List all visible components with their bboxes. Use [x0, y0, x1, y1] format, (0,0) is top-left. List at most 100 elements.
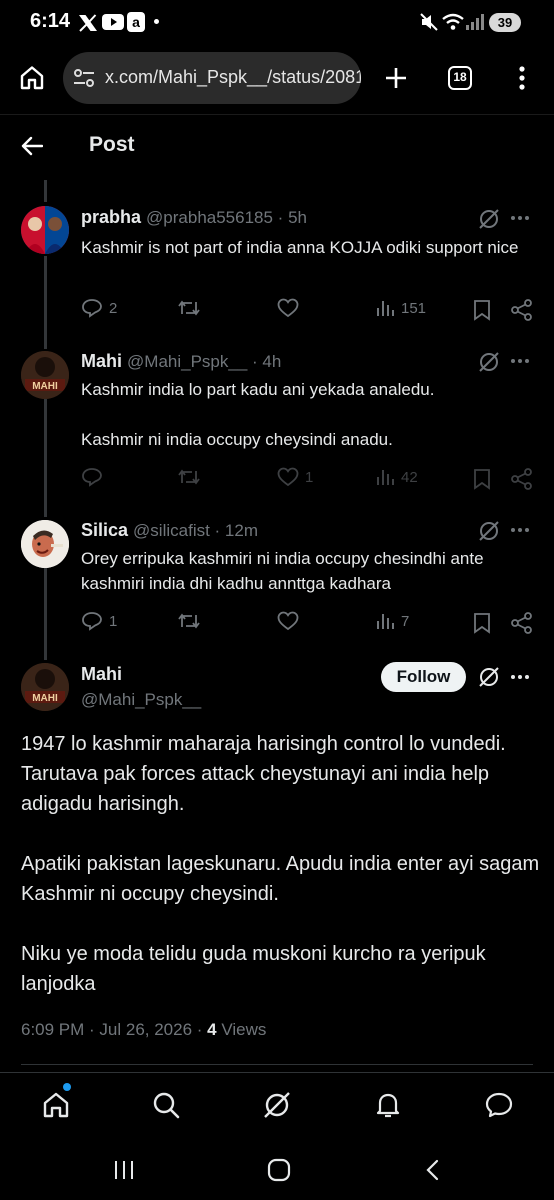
reply-icon [82, 299, 102, 318]
browser-menu-icon[interactable] [519, 66, 525, 90]
site-settings-icon[interactable] [73, 68, 95, 88]
more-icon[interactable] [510, 358, 530, 364]
views-button[interactable]: 151 [375, 298, 426, 318]
avatar[interactable]: MAHI [21, 351, 69, 399]
share-icon[interactable] [511, 468, 533, 490]
back-nav-icon[interactable] [425, 1159, 439, 1181]
notification-dot-icon [154, 19, 159, 24]
home-icon[interactable] [19, 65, 45, 91]
action-bar: 1 42 [81, 467, 533, 491]
thread-line [44, 180, 47, 202]
new-tab-icon[interactable] [384, 66, 408, 90]
reply-text: Orey erripuka kashmiri ni india occupy c… [81, 549, 484, 593]
messages-tab-icon[interactable] [484, 1091, 514, 1119]
grok-icon[interactable] [478, 667, 500, 687]
avatar[interactable]: MAHI [21, 663, 69, 711]
post-text: 1947 lo kashmir maharaja harisingh contr… [21, 729, 541, 1029]
notifications-tab-icon[interactable] [374, 1091, 402, 1119]
views-icon [377, 301, 394, 316]
heart-icon [277, 298, 299, 318]
like-count: 1 [305, 468, 314, 486]
reply-button[interactable]: 1 [81, 611, 117, 631]
like-button[interactable] [277, 298, 305, 318]
post-paragraph: Niku ye moda telidu guda muskoni kurcho … [21, 943, 486, 995]
reply-text: Kashmir india lo part kadu ani yekada an… [81, 380, 435, 399]
divider [0, 114, 554, 115]
post-paragraph: Apatiki pakistan lageskunaru. Apudu indi… [21, 853, 540, 905]
author-name[interactable]: prabha @prabha556185 · 5h [81, 207, 307, 228]
more-icon[interactable] [510, 674, 530, 680]
grok-icon[interactable] [478, 352, 500, 372]
reply-button[interactable] [81, 467, 109, 487]
follow-button[interactable]: Follow [381, 662, 466, 692]
view-count: 151 [401, 299, 427, 317]
divider [21, 1064, 533, 1065]
repost-button[interactable] [177, 467, 207, 487]
reply-icon [82, 612, 102, 631]
tab-switcher-button[interactable]: 18 [448, 66, 472, 90]
timestamp-text[interactable]: 6:09 PM · Jul 26, 2026 · [21, 1020, 207, 1039]
repost-button[interactable] [177, 298, 207, 318]
back-arrow-icon[interactable] [21, 136, 43, 156]
post-time[interactable]: 5h [288, 208, 307, 227]
reply-button[interactable]: 2 [81, 298, 117, 318]
home-notification-badge [63, 1083, 71, 1091]
grok-icon[interactable] [478, 209, 500, 229]
more-icon[interactable] [510, 215, 530, 221]
status-time: 6:14 [30, 10, 71, 32]
status-bar: 6:14 a 39 [0, 0, 554, 46]
post-timestamp: 6:09 PM · Jul 26, 2026 · 4 Views [21, 1020, 266, 1040]
views-label: Views [216, 1020, 267, 1039]
bookmark-icon[interactable] [473, 612, 491, 634]
bookmark-icon[interactable] [473, 468, 491, 490]
recents-icon[interactable] [113, 1160, 135, 1180]
heart-icon [277, 611, 299, 631]
avatar[interactable] [21, 206, 69, 254]
like-button[interactable]: 1 [277, 467, 313, 487]
views-button[interactable]: 7 [375, 611, 409, 631]
author-handle[interactable]: @Mahi_Pspk__ [81, 690, 201, 710]
author-name[interactable]: Mahi @Mahi_Pspk__ · 4h [81, 351, 281, 372]
home-tab-icon[interactable] [42, 1091, 70, 1119]
share-icon[interactable] [511, 612, 533, 634]
more-icon[interactable] [510, 527, 530, 533]
author-name[interactable]: Silica @silicafist · 12m [81, 520, 258, 541]
post-time[interactable]: 12m [225, 521, 258, 540]
like-button[interactable] [277, 611, 305, 631]
author-handle[interactable]: @Mahi_Pspk__ [127, 352, 247, 371]
battery-indicator: 39 [489, 13, 521, 32]
views-icon [377, 614, 394, 629]
post-time[interactable]: 4h [262, 352, 281, 371]
grok-tab-icon[interactable] [263, 1091, 291, 1119]
view-count: 42 [401, 468, 418, 486]
avatar[interactable] [21, 520, 69, 568]
svg-text:a: a [132, 14, 140, 30]
heart-icon [277, 467, 299, 487]
reply-text: Kashmir is not part of india anna KOJJA … [81, 238, 519, 257]
url-bar[interactable]: x.com/Mahi_Pspk__/status/2081 [63, 52, 361, 104]
share-icon[interactable] [511, 299, 533, 321]
wifi-icon [442, 13, 464, 30]
page-title: Post [89, 133, 135, 156]
author-handle[interactable]: @silicafist [133, 521, 210, 540]
reply-count: 1 [109, 612, 118, 630]
action-bar: 1 7 [81, 611, 533, 635]
thread-line [44, 399, 47, 517]
url-text[interactable]: x.com/Mahi_Pspk__/status/2081 [105, 67, 361, 88]
reply-count: 2 [109, 299, 118, 317]
thread-line [44, 256, 47, 349]
grok-icon[interactable] [478, 521, 500, 541]
views-button[interactable]: 42 [375, 467, 418, 487]
bookmark-icon[interactable] [473, 299, 491, 321]
repost-button[interactable] [177, 611, 207, 631]
thread-line [44, 568, 47, 660]
views-icon [377, 470, 394, 485]
search-tab-icon[interactable] [152, 1091, 180, 1119]
svg-text:MAHI: MAHI [32, 381, 58, 392]
reply-text: Kashmir ni india occupy cheysindi anadu. [81, 430, 393, 449]
svg-text:MAHI: MAHI [32, 693, 58, 704]
repost-icon [178, 300, 200, 316]
home-nav-icon[interactable] [267, 1158, 291, 1182]
author-name[interactable]: Mahi [81, 664, 122, 685]
author-handle[interactable]: @prabha556185 [146, 208, 273, 227]
